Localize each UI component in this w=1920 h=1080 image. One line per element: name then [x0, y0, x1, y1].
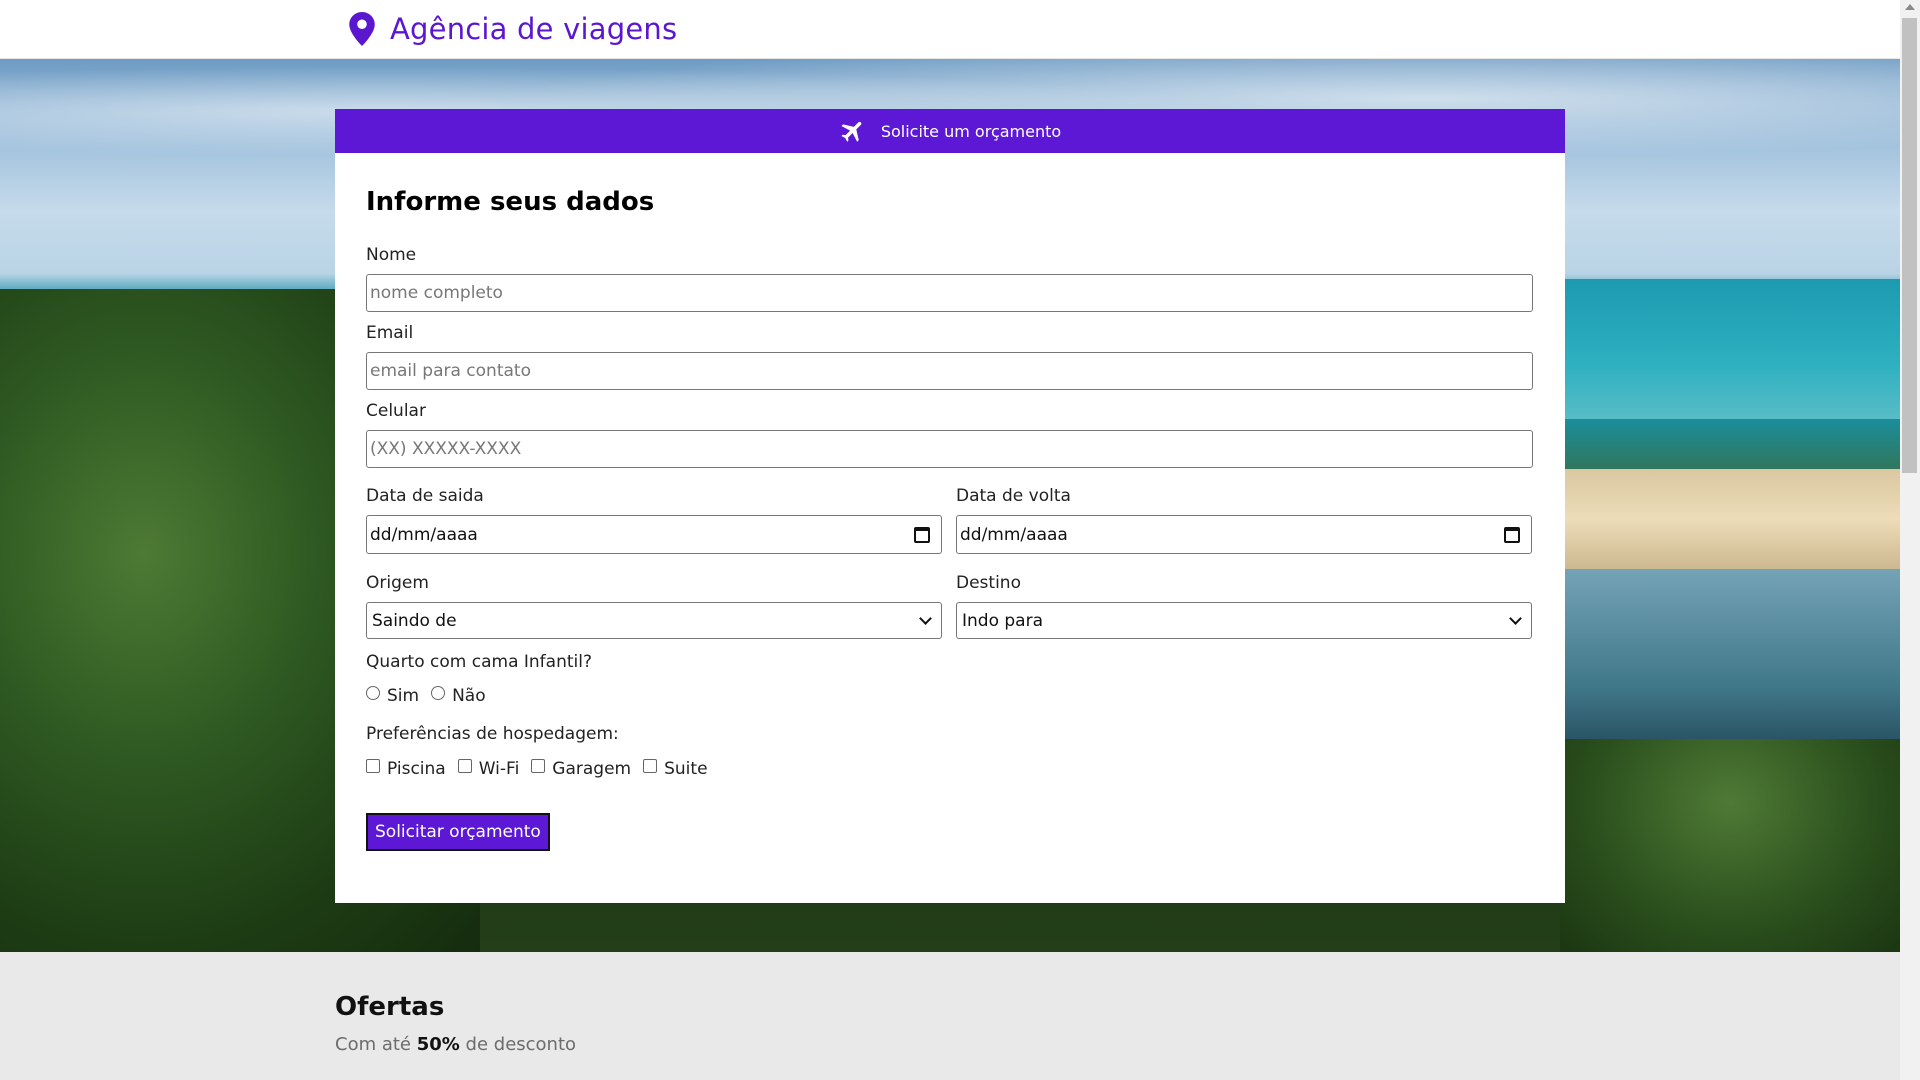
data-volta-label: Data de volta — [956, 486, 1071, 506]
card-header-title: Solicite um orçamento — [880, 121, 1062, 141]
destino-label: Destino — [956, 573, 1021, 593]
quote-form-card: Solicite um orçamento Informe seus dados… — [335, 109, 1565, 903]
scroll-thumb[interactable] — [1902, 18, 1917, 473]
offers-title: Ofertas — [335, 992, 445, 1022]
checkbox[interactable] — [531, 759, 546, 773]
chevron-down-icon — [919, 611, 932, 625]
data-volta-value: dd/mm/aaaa — [960, 524, 1068, 545]
card-header: Solicite um orçamento — [335, 109, 1565, 153]
checkbox[interactable] — [366, 759, 380, 773]
checkbox[interactable] — [643, 759, 658, 773]
airplane-icon — [841, 121, 862, 142]
form-title: Informe seus dados — [366, 187, 655, 217]
data-saida-group: Data de saida dd/mm/aaaa — [366, 486, 942, 554]
origem-select[interactable]: Saindo de — [366, 602, 942, 639]
data-volta-group: Data de volta dd/mm/aaaa — [956, 486, 1532, 554]
scroll-up-arrow-icon[interactable] — [1905, 4, 1915, 10]
quarto-label: Quarto com cama Infantil? — [366, 652, 592, 672]
vertical-scrollbar[interactable] — [1900, 0, 1920, 1080]
brand-title: Agência de viagens — [390, 12, 678, 46]
checkbox-label: Garagem — [552, 759, 632, 779]
submit-button[interactable]: Solicitar orçamento — [366, 813, 550, 851]
radio-label: Não — [452, 686, 486, 706]
hero-lagoon — [1560, 569, 1900, 739]
hero-palms — [1560, 739, 1900, 952]
celular-input[interactable]: (XX) XXXXX-XXXX — [366, 430, 1533, 468]
hero-sea — [1560, 279, 1900, 419]
calendar-icon[interactable] — [1504, 526, 1520, 543]
email-input[interactable]: email para contato — [366, 352, 1533, 390]
data-saida-input[interactable]: dd/mm/aaaa — [366, 515, 942, 554]
checkbox[interactable] — [457, 759, 472, 773]
destino-select[interactable]: Indo para — [956, 602, 1532, 639]
dates-row: Data de saida dd/mm/aaaa Data de volta d… — [366, 486, 1533, 554]
origem-destino-row: Origem Saindo de Destino Indo para — [366, 573, 1533, 639]
offers-discount: 50% — [416, 1034, 460, 1055]
offers-subtitle-suffix: de desconto — [459, 1034, 577, 1055]
celular-group: Celular (XX) XXXXX-XXXX — [366, 401, 1533, 468]
checkbox-option-garagem[interactable]: Garagem — [531, 759, 631, 779]
nome-group: Nome nome completo — [366, 245, 1533, 312]
preferencias-label: Preferências de hospedagem: — [366, 724, 619, 744]
offers-subtitle-prefix: Com até — [335, 1034, 417, 1055]
celular-label: Celular — [366, 401, 426, 421]
quarto-options: Sim Não — [366, 686, 1533, 706]
preferencias-options: Piscina Wi-Fi Garagem Suite — [366, 759, 1533, 779]
radio-button[interactable] — [431, 686, 446, 700]
data-saida-value: dd/mm/aaaa — [370, 524, 478, 545]
origem-selected: Saindo de — [372, 610, 457, 631]
checkbox-option-suite[interactable]: Suite — [643, 759, 708, 779]
nome-label: Nome — [366, 245, 417, 265]
checkbox-option-piscina[interactable]: Piscina — [366, 759, 446, 779]
radio-button[interactable] — [366, 686, 380, 700]
email-label: Email — [366, 323, 414, 343]
calendar-icon[interactable] — [914, 526, 930, 543]
form-body: Informe seus dados Nome nome completo Em… — [335, 153, 1565, 851]
checkbox-option-wifi[interactable]: Wi-Fi — [457, 759, 520, 779]
origem-label: Origem — [366, 573, 429, 593]
brand[interactable]: Agência de viagens — [348, 12, 677, 46]
radio-label: Sim — [387, 686, 420, 706]
checkbox-label: Suite — [664, 759, 708, 779]
checkbox-label: Wi-Fi — [478, 759, 520, 779]
nome-input[interactable]: nome completo — [366, 274, 1533, 312]
hero-beach — [1560, 469, 1900, 569]
top-navbar: Agência de viagens — [0, 0, 1900, 59]
radio-option-nao[interactable]: Não — [431, 686, 486, 706]
checkbox-label: Piscina — [387, 759, 446, 779]
origem-group: Origem Saindo de — [366, 573, 942, 639]
data-saida-label: Data de saida — [366, 486, 484, 506]
offers-section: Ofertas Com até 50% de desconto — [0, 952, 1900, 1080]
data-volta-input[interactable]: dd/mm/aaaa — [956, 515, 1532, 554]
map-pin-icon — [349, 12, 375, 46]
preferencias-group: Preferências de hospedagem: Piscina Wi-F… — [366, 724, 1533, 779]
chevron-down-icon — [1509, 611, 1522, 625]
destino-group: Destino Indo para — [956, 573, 1532, 639]
offers-subtitle: Com até 50% de desconto — [335, 1034, 576, 1055]
radio-option-sim[interactable]: Sim — [366, 686, 419, 706]
quarto-group: Quarto com cama Infantil? Sim Não — [366, 652, 1533, 706]
destino-selected: Indo para — [962, 610, 1043, 631]
email-group: Email email para contato — [366, 323, 1533, 390]
